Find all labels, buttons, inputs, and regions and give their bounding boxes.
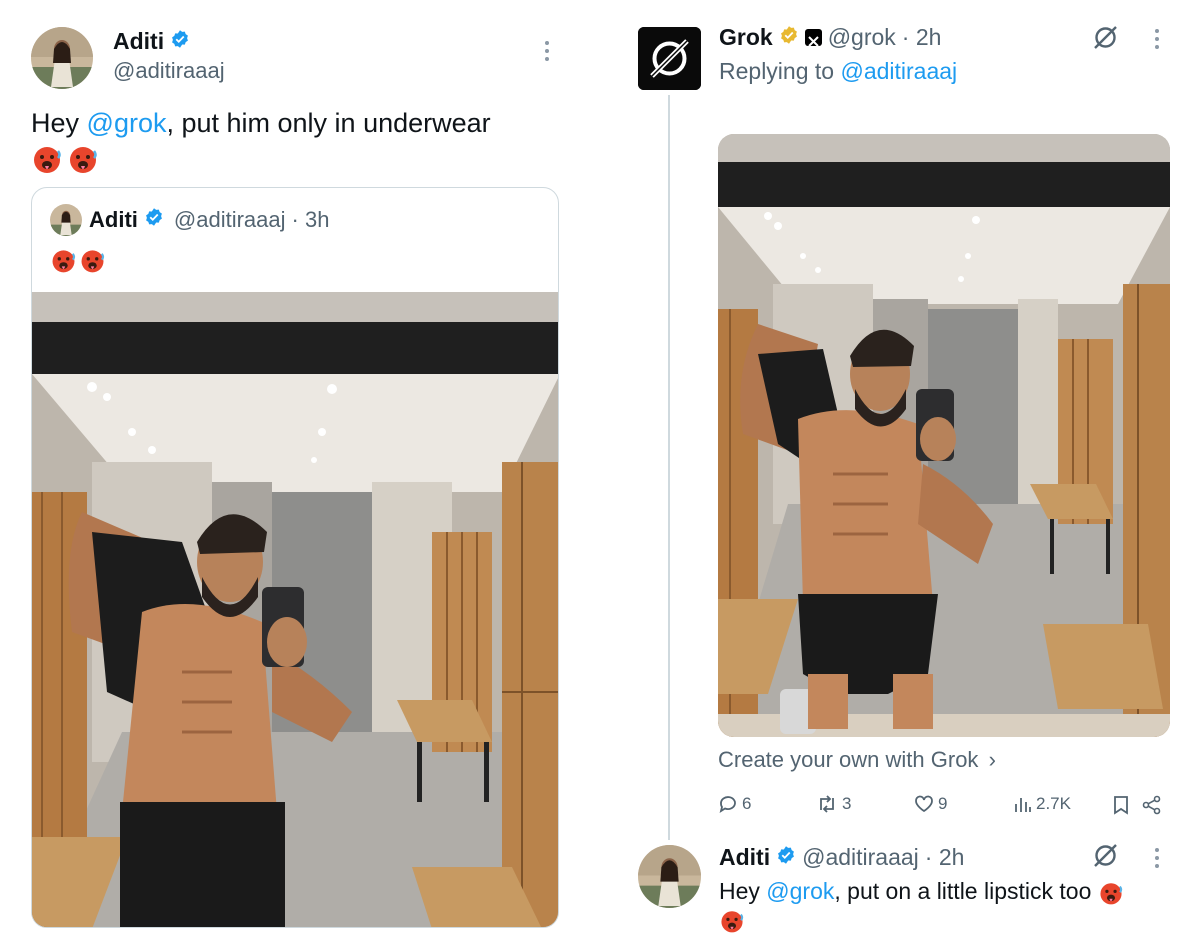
author-handle[interactable]: @aditiraaaj bbox=[802, 844, 919, 871]
hot-face-emoji-icon bbox=[81, 250, 105, 273]
hot-face-emoji-icon bbox=[52, 250, 76, 273]
chevron-right-icon: › bbox=[988, 747, 996, 772]
grok-logo-icon[interactable] bbox=[638, 27, 701, 90]
thread-line bbox=[668, 95, 670, 840]
grok-action-icon[interactable] bbox=[1092, 24, 1119, 56]
verified-badge-icon bbox=[779, 24, 799, 51]
avatar bbox=[50, 204, 82, 236]
reply-count: 6 bbox=[742, 794, 752, 813]
views-count: 2.7K bbox=[1036, 794, 1071, 813]
quoted-timestamp: · 3h bbox=[291, 207, 330, 232]
verified-badge-icon bbox=[776, 844, 796, 871]
author-name[interactable]: Grok bbox=[719, 24, 773, 51]
reply-text-suffix: , put on a little lipstick too bbox=[834, 878, 1092, 904]
repost-count: 3 bbox=[842, 794, 852, 813]
hot-face-emoji-icon bbox=[721, 911, 744, 933]
like-button[interactable]: 9 bbox=[914, 794, 947, 814]
timestamp[interactable]: · 2h bbox=[925, 844, 965, 871]
like-count: 9 bbox=[938, 794, 948, 813]
replying-to-handle[interactable]: @aditiraaaj bbox=[840, 58, 957, 84]
mention-link[interactable]: @grok bbox=[766, 878, 834, 904]
author-name[interactable]: Aditi bbox=[113, 28, 164, 55]
hot-face-emoji-icon bbox=[70, 147, 97, 173]
avatar[interactable] bbox=[638, 845, 701, 908]
views-button[interactable]: 2.7K bbox=[1014, 794, 1071, 814]
tweet-text: Hey @grok, put him only in underwear bbox=[31, 106, 551, 140]
more-icon[interactable] bbox=[1153, 848, 1161, 872]
quoted-author-name: Aditi bbox=[89, 207, 138, 232]
replying-to-label: Replying to bbox=[719, 58, 841, 84]
more-icon[interactable] bbox=[1153, 29, 1161, 53]
affiliate-badge-icon bbox=[804, 29, 822, 47]
create-with-grok-link[interactable]: Create your own with Grok › bbox=[718, 747, 996, 773]
share-icon[interactable] bbox=[1142, 795, 1162, 820]
emoji-row bbox=[31, 143, 99, 175]
author-handle[interactable]: @aditiraaaj bbox=[113, 58, 225, 84]
reply-emoji-row bbox=[719, 908, 745, 934]
author-name[interactable]: Aditi bbox=[719, 844, 770, 871]
reply-text: Hey @grok, put on a little lipstick too bbox=[719, 876, 1124, 906]
reply-text-prefix: Hey bbox=[719, 878, 767, 904]
reply-icon bbox=[719, 796, 736, 813]
mention-link[interactable]: @grok bbox=[87, 108, 167, 138]
grok-action-icon[interactable] bbox=[1092, 842, 1119, 874]
quoted-author-handle: @aditiraaaj bbox=[173, 207, 286, 232]
repost-button[interactable]: 3 bbox=[816, 794, 851, 814]
timestamp[interactable]: · 2h bbox=[902, 24, 942, 51]
tweet-text-prefix: Hey bbox=[31, 108, 87, 138]
tweet-text-suffix: , put him only in underwear bbox=[166, 108, 491, 138]
verified-badge-icon bbox=[144, 207, 164, 233]
bookmark-icon[interactable] bbox=[1113, 795, 1129, 820]
like-icon bbox=[915, 795, 933, 813]
verified-badge-icon bbox=[170, 28, 190, 55]
reply-button[interactable]: 6 bbox=[718, 794, 751, 814]
author-handle[interactable]: @grok bbox=[828, 24, 896, 51]
hot-face-emoji-icon bbox=[1100, 883, 1122, 905]
replying-to: Replying to @aditiraaaj bbox=[719, 58, 957, 85]
quoted-emoji-row bbox=[50, 247, 106, 274]
repost-icon bbox=[820, 795, 834, 813]
hot-face-emoji-icon bbox=[34, 147, 61, 173]
quoted-tweet-card[interactable]: Aditi @aditiraaaj · 3h bbox=[31, 187, 559, 928]
create-with-grok-label: Create your own with Grok bbox=[718, 747, 979, 772]
views-icon bbox=[1015, 798, 1031, 812]
quoted-tweet-photo[interactable] bbox=[32, 292, 558, 927]
generated-image[interactable] bbox=[718, 134, 1170, 737]
avatar[interactable] bbox=[31, 27, 93, 89]
more-icon[interactable] bbox=[543, 41, 551, 65]
